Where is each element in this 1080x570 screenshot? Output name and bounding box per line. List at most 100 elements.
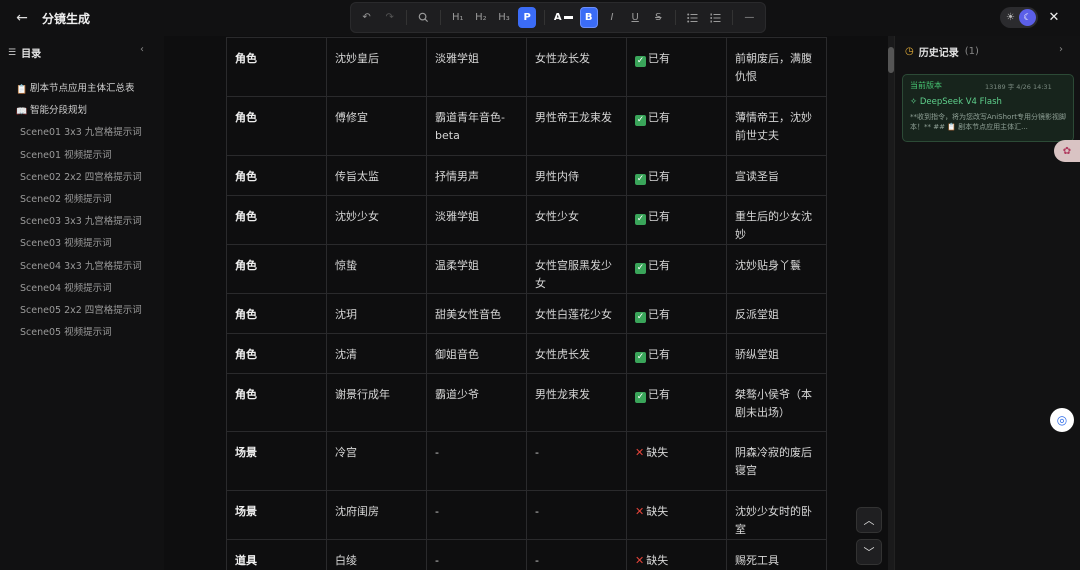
back-arrow-icon[interactable]: ← xyxy=(12,8,32,28)
heading2-button[interactable]: H₂ xyxy=(472,7,490,28)
document-editor[interactable]: 角色 沈妙皇后 淡雅学姐 女性龙长发 ✓ 已有 前朝废后，满腹仇恨 角色 傅修宜 霸道青年音色-b… xyxy=(164,36,888,570)
appearance-cell[interactable]: 女性白莲花少女 xyxy=(526,293,627,334)
status-cell[interactable]: ✓ 已有 xyxy=(626,373,727,432)
toc-item[interactable]: Scene01 3x3 九宫格提示词 xyxy=(0,122,164,144)
subject-type-cell[interactable]: 角色 xyxy=(226,293,327,334)
status-cell[interactable]: ✓ 已有 xyxy=(626,96,727,156)
subject-name-cell[interactable]: 沈妙少女 xyxy=(326,195,427,245)
voice-cell[interactable]: 甜美女性音色 xyxy=(426,293,527,334)
subject-type-cell[interactable]: 角色 xyxy=(226,244,327,294)
appearance-cell[interactable]: 女性宫服黑发少女 xyxy=(526,244,627,294)
subject-name-cell[interactable]: 冷宫 xyxy=(326,431,427,491)
subject-name-cell[interactable]: 沈清 xyxy=(326,333,427,374)
voice-cell[interactable]: 温柔学姐 xyxy=(426,244,527,294)
description-cell[interactable]: 反派堂姐 xyxy=(726,293,827,334)
expand-history-icon[interactable]: › xyxy=(1059,44,1063,55)
description-cell[interactable]: 沈妙少女时的卧室 xyxy=(726,490,827,540)
close-icon[interactable]: ✕ xyxy=(1045,8,1063,26)
toc-item[interactable]: 📖 智能分段规划 xyxy=(0,100,164,122)
description-cell[interactable]: 沈妙贴身丫鬟 xyxy=(726,244,827,294)
underline-button[interactable]: U xyxy=(626,7,644,28)
status-cell[interactable]: ✓ 已有 xyxy=(626,333,727,374)
appearance-cell[interactable]: 男性内侍 xyxy=(526,155,627,196)
assistant-icon[interactable]: ◎ xyxy=(1050,408,1074,432)
description-cell[interactable]: 前朝废后，满腹仇恨 xyxy=(726,37,827,97)
heading3-button[interactable]: H₃ xyxy=(495,7,513,28)
subject-type-cell[interactable]: 角色 xyxy=(226,195,327,245)
subject-name-cell[interactable]: 传旨太监 xyxy=(326,155,427,196)
subject-name-cell[interactable]: 白绫 xyxy=(326,539,427,570)
description-cell[interactable]: 宣读圣旨 xyxy=(726,155,827,196)
heading1-button[interactable]: H₁ xyxy=(449,7,467,28)
voice-cell[interactable]: - xyxy=(426,539,527,570)
subject-type-cell[interactable]: 角色 xyxy=(226,96,327,156)
subject-type-cell[interactable]: 场景 xyxy=(226,431,327,491)
status-cell[interactable]: ✕ 缺失 xyxy=(626,490,727,540)
appearance-cell[interactable]: - xyxy=(526,490,627,540)
voice-cell[interactable]: - xyxy=(426,490,527,540)
toc-item[interactable]: Scene05 2x2 四宫格提示词 xyxy=(0,300,164,322)
scroll-to-top-button[interactable]: ︿ xyxy=(856,507,882,533)
toc-item[interactable]: Scene02 视频提示词 xyxy=(0,189,164,211)
appearance-cell[interactable]: - xyxy=(526,431,627,491)
search-icon[interactable] xyxy=(415,7,433,28)
voice-cell[interactable]: 淡雅学姐 xyxy=(426,37,527,97)
voice-cell[interactable]: 御姐音色 xyxy=(426,333,527,374)
ordered-list-icon[interactable] xyxy=(706,7,724,28)
subject-type-cell[interactable]: 角色 xyxy=(226,333,327,374)
version-card[interactable]: 当前版本 13189 字 4/26 14:31 ✧ DeepSeek V4 Fl… xyxy=(902,74,1074,142)
description-cell[interactable]: 桀骜小侯爷（本剧未出场） xyxy=(726,373,827,432)
toc-item[interactable]: Scene05 视频提示词 xyxy=(0,322,164,344)
font-color-button[interactable]: A xyxy=(552,7,574,28)
description-cell[interactable]: 骄纵堂姐 xyxy=(726,333,827,374)
status-cell[interactable]: ✓ 已有 xyxy=(626,244,727,294)
appearance-cell[interactable]: 女性龙长发 xyxy=(526,37,627,97)
subject-type-cell[interactable]: 角色 xyxy=(226,155,327,196)
voice-cell[interactable]: - xyxy=(426,431,527,491)
voice-cell[interactable]: 霸道少爷 xyxy=(426,373,527,432)
appearance-cell[interactable]: 男性帝王龙束发 xyxy=(526,96,627,156)
subject-name-cell[interactable]: 沈玥 xyxy=(326,293,427,334)
toc-item[interactable]: Scene03 3x3 九宫格提示词 xyxy=(0,211,164,233)
toc-item[interactable]: Scene04 视频提示词 xyxy=(0,278,164,300)
toc-item[interactable]: 📋 剧本节点应用主体汇总表 xyxy=(0,78,164,100)
status-cell[interactable]: ✓ 已有 xyxy=(626,293,727,334)
scroll-to-bottom-button[interactable]: ﹀ xyxy=(856,539,882,565)
description-cell[interactable]: 薄情帝王，沈妙前世丈夫 xyxy=(726,96,827,156)
toc-item[interactable]: Scene01 视频提示词 xyxy=(0,145,164,167)
collapse-sidebar-icon[interactable]: ‹ xyxy=(140,44,144,55)
subject-name-cell[interactable]: 沈府闺房 xyxy=(326,490,427,540)
description-cell[interactable]: 阴森冷寂的废后寝宫 xyxy=(726,431,827,491)
subject-type-cell[interactable]: 场景 xyxy=(226,490,327,540)
subject-type-cell[interactable]: 角色 xyxy=(226,37,327,97)
toc-item[interactable]: Scene03 视频提示词 xyxy=(0,233,164,255)
floating-avatar-button[interactable]: ✿ xyxy=(1054,140,1080,162)
status-cell[interactable]: ✓ 已有 xyxy=(626,155,727,196)
redo-icon[interactable]: ↷ xyxy=(381,7,399,28)
appearance-cell[interactable]: 女性少女 xyxy=(526,195,627,245)
description-cell[interactable]: 赐死工具 xyxy=(726,539,827,570)
status-cell[interactable]: ✓ 已有 xyxy=(626,195,727,245)
voice-cell[interactable]: 抒情男声 xyxy=(426,155,527,196)
strikethrough-button[interactable]: S xyxy=(649,7,667,28)
undo-icon[interactable]: ↶ xyxy=(358,7,376,28)
subject-name-cell[interactable]: 傅修宜 xyxy=(326,96,427,156)
status-cell[interactable]: ✕ 缺失 xyxy=(626,431,727,491)
subject-name-cell[interactable]: 谢景行成年 xyxy=(326,373,427,432)
bullet-list-icon[interactable] xyxy=(683,7,701,28)
toc-item[interactable]: Scene02 2x2 四宫格提示词 xyxy=(0,167,164,189)
horizontal-rule-button[interactable]: — xyxy=(740,7,758,28)
status-cell[interactable]: ✓ 已有 xyxy=(626,37,727,97)
subject-type-cell[interactable]: 道具 xyxy=(226,539,327,570)
paragraph-button[interactable]: P xyxy=(518,7,537,28)
italic-button[interactable]: I xyxy=(603,7,621,28)
appearance-cell[interactable]: 男性龙束发 xyxy=(526,373,627,432)
voice-cell[interactable]: 淡雅学姐 xyxy=(426,195,527,245)
bold-button[interactable]: B xyxy=(579,7,598,28)
subject-name-cell[interactable]: 惊蛰 xyxy=(326,244,427,294)
appearance-cell[interactable]: 女性虎长发 xyxy=(526,333,627,374)
subject-name-cell[interactable]: 沈妙皇后 xyxy=(326,37,427,97)
subject-type-cell[interactable]: 角色 xyxy=(226,373,327,432)
description-cell[interactable]: 重生后的少女沈妙 xyxy=(726,195,827,245)
voice-cell[interactable]: 霸道青年音色-beta xyxy=(426,96,527,156)
